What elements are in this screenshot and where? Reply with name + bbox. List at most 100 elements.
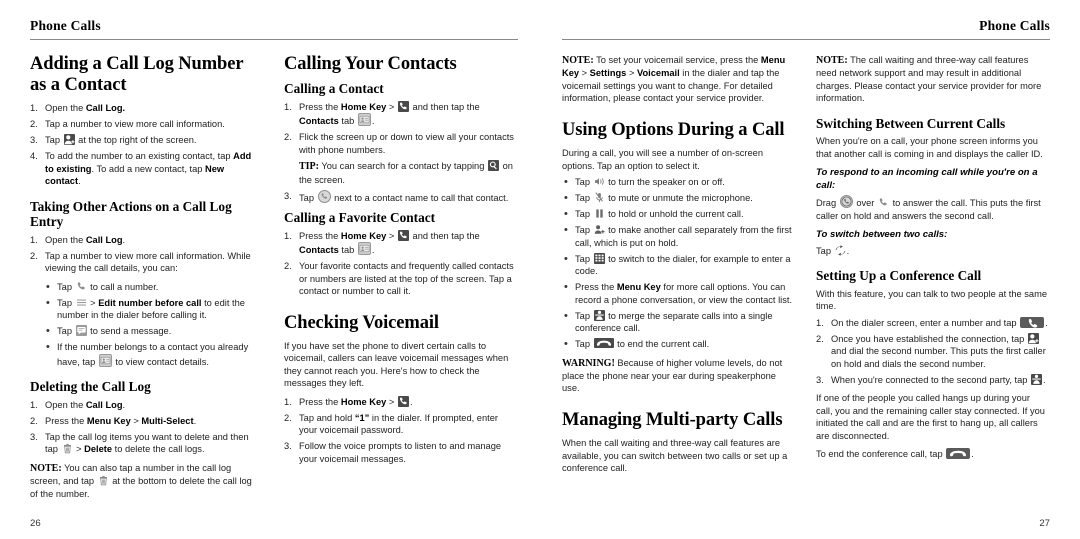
list-item: Flick the screen up or down to view all … xyxy=(284,131,516,186)
list-item: Tap next to a contact name to call that … xyxy=(284,189,516,205)
list-item: Press the Menu Key > Multi-Select. xyxy=(30,415,197,427)
dialer-keypad-icon xyxy=(593,252,605,264)
switch-two-calls-text: Tap . xyxy=(816,245,850,256)
multiparty-intro: When the call waiting and three-way call… xyxy=(562,438,788,474)
list-item: Tap to end the current call. xyxy=(562,337,794,351)
list-item: Tap to make another call separately from… xyxy=(562,223,794,249)
tip-label: TIP: xyxy=(299,161,319,173)
list-item: Tap a number to view more call informati… xyxy=(30,118,225,130)
merge-calls-icon xyxy=(593,309,605,321)
switch-two-calls-heading: To switch between two calls: xyxy=(816,229,948,241)
call-button-icon xyxy=(1020,316,1045,328)
list-item: Tap to switch to the dialer, for example… xyxy=(562,252,794,278)
left-page-columns: Adding a Call Log Number as a Contact Op… xyxy=(30,54,518,506)
list-item: Press the Home Key > and then tap the Co… xyxy=(284,229,480,256)
mute-microphone-icon xyxy=(594,192,605,203)
list-item: Tap to call a number. xyxy=(44,280,262,294)
header-rule-right xyxy=(562,39,1050,40)
adding-steps-list: Open the Call Log. Tap a number to view … xyxy=(30,102,262,188)
deleting-steps-list: Open the Call Log. Press the Menu Key > … xyxy=(30,399,262,456)
switching-intro: When you're on a call, your phone screen… xyxy=(816,136,1043,159)
page-number-right: 27 xyxy=(1039,518,1050,529)
voicemail-intro: If you have set the phone to divert cert… xyxy=(284,340,509,389)
conference-steps-list: On the dialer screen, enter a number and… xyxy=(816,316,1048,387)
message-icon xyxy=(75,325,87,337)
heading-calling-your-contacts: Calling Your Contacts xyxy=(284,54,457,74)
favorite-contact-steps-list: Press the Home Key > and then tap the Co… xyxy=(284,229,516,298)
end-call-icon xyxy=(593,338,614,349)
list-item: Open the Call Log. xyxy=(30,234,126,246)
list-item: Tap to hold or unhold the current call. xyxy=(562,207,794,221)
heading-using-options-during-call: Using Options During a Call xyxy=(562,119,785,140)
phone-handset-icon xyxy=(397,100,409,112)
trash-icon xyxy=(62,443,73,454)
right-page-columns: NOTE: To set your voicemail service, pre… xyxy=(562,54,1050,481)
list-item: Tap > Edit number before call to edit th… xyxy=(44,296,262,322)
speakerphone-warning: WARNING! Because of higher volume levels… xyxy=(562,357,783,394)
list-item: Tap a number to view more call informati… xyxy=(30,250,251,274)
add-contact-icon xyxy=(63,134,75,146)
heading-calling-a-contact: Calling a Contact xyxy=(284,81,384,97)
search-icon xyxy=(487,160,499,172)
left-column-2: Calling Your Contacts Calling a Contact … xyxy=(284,54,516,506)
phone-handset-icon xyxy=(76,281,87,292)
note-label: NOTE: xyxy=(30,462,62,474)
list-item: If the number belongs to a contact you a… xyxy=(44,340,262,368)
page-right: Phone Calls NOTE: To set your voicemail … xyxy=(540,0,1080,539)
add-call-icon xyxy=(594,224,605,235)
heading-deleting-call-log: Deleting the Call Log xyxy=(30,379,151,395)
respond-incoming-text: Drag over to answer the call. This puts … xyxy=(816,195,1048,222)
respond-incoming-heading: To respond to an incoming call while you… xyxy=(816,167,1038,191)
heading-switching-between-calls: Switching Between Current Calls xyxy=(816,115,1006,131)
right-column-2: NOTE: The call waiting and three-way cal… xyxy=(816,54,1048,481)
contacts-tab-icon xyxy=(357,242,371,256)
phone-handset-icon xyxy=(317,189,331,203)
trash-icon xyxy=(98,475,109,486)
menu-list-icon xyxy=(76,297,87,308)
swap-calls-icon xyxy=(835,245,846,256)
left-column-1: Adding a Call Log Number as a Contact Op… xyxy=(30,54,262,506)
end-call-icon xyxy=(946,448,971,460)
conference-intro: With this feature, you can talk to two p… xyxy=(816,288,1047,312)
contact-card-icon xyxy=(98,353,112,367)
call-waiting-note: NOTE: The call waiting and three-way cal… xyxy=(816,55,1042,104)
phone-handset-icon xyxy=(878,197,889,208)
using-options-intro: During a call, you will see a number of … xyxy=(562,148,764,171)
list-item: Open the Call Log. xyxy=(30,102,126,114)
list-item: Tap to send a message. xyxy=(44,324,262,338)
add-call-icon xyxy=(1027,332,1039,344)
tip-paragraph: TIP: You can search for a contact by tap… xyxy=(299,160,513,185)
speaker-icon xyxy=(594,176,605,187)
list-item: Tap and hold “1” in the dialer. If promp… xyxy=(284,412,498,436)
contacts-tab-icon xyxy=(357,113,371,127)
using-options-bullets: Tap to turn the speaker on or off. Tap t… xyxy=(562,175,794,351)
list-item: Tap the call log items you want to delet… xyxy=(30,431,249,455)
heading-calling-favorite-contact: Calling a Favorite Contact xyxy=(284,210,436,226)
note-label: NOTE: xyxy=(562,55,594,66)
answer-call-circle-icon xyxy=(839,195,853,209)
running-head-left: Phone Calls xyxy=(30,18,101,33)
right-column-1: NOTE: To set your voicemail service, pre… xyxy=(562,54,794,481)
list-item: Tap to merge the separate calls into a s… xyxy=(562,309,794,335)
list-item: To add the number to an existing contact… xyxy=(30,150,252,187)
list-item: Tap at the top right of the screen. xyxy=(30,134,197,146)
list-item: Your favorite contacts and frequently ca… xyxy=(284,260,514,297)
page-number-left: 26 xyxy=(30,518,41,529)
heading-setting-up-conference-call: Setting Up a Conference Call xyxy=(816,268,982,284)
phone-handset-icon xyxy=(397,395,409,407)
list-item: Tap to mute or unmute the microphone. xyxy=(562,191,794,205)
list-item: On the dialer screen, enter a number and… xyxy=(816,316,1048,329)
heading-checking-voicemail: Checking Voicemail xyxy=(284,312,439,333)
list-item: Open the Call Log. xyxy=(30,399,126,411)
list-item: When you're connected to the second part… xyxy=(816,373,1046,386)
list-item: Tap to turn the speaker on or off. xyxy=(562,175,794,189)
phone-handset-icon xyxy=(397,229,409,241)
voicemail-steps-list: Press the Home Key > . Tap and hold “1” … xyxy=(284,395,516,466)
two-page-spread: Phone Calls Adding a Call Log Number as … xyxy=(0,0,1080,539)
delete-note: NOTE: You can also tap a number in the c… xyxy=(30,462,252,499)
other-actions-steps-list: Open the Call Log. Tap a number to view … xyxy=(30,234,262,275)
page-left: Phone Calls Adding a Call Log Number as … xyxy=(0,0,540,539)
conference-outro: If one of the people you called hangs up… xyxy=(816,393,1045,441)
other-actions-bullets: Tap to call a number. Tap > Edit number … xyxy=(44,280,262,369)
heading-managing-multiparty-calls: Managing Multi-party Calls xyxy=(562,409,783,430)
